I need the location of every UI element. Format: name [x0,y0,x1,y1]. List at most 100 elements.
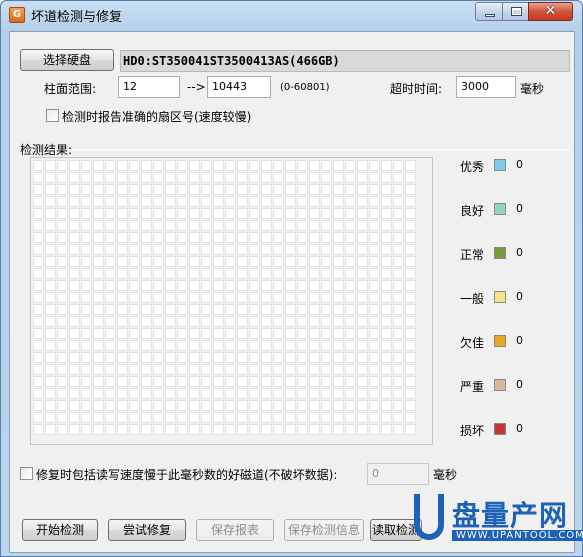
grid-cell [45,376,56,387]
grid-cell [357,256,368,267]
grid-cell [93,304,104,315]
grid-cell [117,280,128,291]
grid-cell [33,376,44,387]
grid-cell [189,196,200,207]
start-scan-button[interactable]: 开始检测 [22,519,98,541]
grid-cell [141,172,152,183]
grid-cell [285,388,296,399]
close-button[interactable]: ✕ [528,2,573,21]
grid-cell [309,292,320,303]
grid-cell [381,244,392,255]
grid-cell [273,352,284,363]
grid-cell [333,172,344,183]
grid-cell [69,388,80,399]
range-arrow: --> [187,80,206,94]
grid-cell [381,400,392,411]
grid-cell [309,208,320,219]
grid-cell [105,232,116,243]
grid-cell [153,400,164,411]
grid-cell [297,388,308,399]
grid-cell [369,160,380,171]
grid-cell [297,352,308,363]
grid-cell [321,316,332,327]
grid-cell [357,280,368,291]
grid-cell [105,400,116,411]
grid-cell [225,304,236,315]
grid-cell [297,196,308,207]
grid-cell [261,328,272,339]
repair-slow-input[interactable]: 0 [367,463,429,485]
range-start-input[interactable]: 12 [118,76,180,98]
grid-cell [129,256,140,267]
select-disk-button[interactable]: 选择硬盘 [20,49,114,71]
grid-cell [261,352,272,363]
grid-cell [177,388,188,399]
grid-cell [345,424,356,435]
grid-cell [321,268,332,279]
save-report-button[interactable]: 保存报表 [196,519,274,541]
grid-cell [177,316,188,327]
grid-cell [237,172,248,183]
grid-cell [201,256,212,267]
grid-cell [369,244,380,255]
grid-cell [117,256,128,267]
grid-cell [165,316,176,327]
timeout-input[interactable]: 3000 [456,76,516,98]
grid-cell [105,244,116,255]
grid-cell [393,412,404,423]
grid-cell [333,412,344,423]
grid-cell [105,388,116,399]
save-scan-info-button[interactable]: 保存检测信息 [284,519,364,541]
grid-cell [309,412,320,423]
maximize-icon [511,7,522,16]
grid-cell [117,184,128,195]
grid-cell [201,352,212,363]
grid-cell [33,220,44,231]
grid-cell [201,316,212,327]
grid-cell [381,328,392,339]
grid-cell [57,160,68,171]
grid-cell [381,160,392,171]
grid-cell [81,388,92,399]
grid-cell [69,280,80,291]
grid-cell [165,292,176,303]
grid-cell [213,292,224,303]
report-sector-checkbox[interactable] [46,109,59,122]
range-end-input[interactable]: 10443 [207,76,271,98]
legend-count: 0 [516,290,523,303]
grid-cell [357,244,368,255]
grid-cell [165,256,176,267]
repair-slow-checkbox[interactable] [20,467,33,480]
grid-cell [297,220,308,231]
grid-cell [189,340,200,351]
title-bar[interactable]: G 坏道检测与修复 ✕ [1,1,582,29]
grid-cell [297,424,308,435]
grid-cell [213,328,224,339]
grid-cell [249,400,260,411]
grid-cell [201,196,212,207]
grid-cell [189,268,200,279]
grid-cell [249,232,260,243]
grid-cell [189,220,200,231]
grid-cell [393,340,404,351]
grid-cell [369,292,380,303]
grid-cell [93,424,104,435]
grid-cell [321,400,332,411]
grid-cell [189,352,200,363]
grid-cell [345,304,356,315]
grid-cell [273,400,284,411]
grid-cell [297,316,308,327]
grid-cell [45,208,56,219]
grid-cell [81,268,92,279]
grid-cell [57,268,68,279]
maximize-button[interactable] [502,2,529,21]
grid-cell [381,184,392,195]
grid-cell [321,280,332,291]
grid-cell [33,316,44,327]
try-repair-button[interactable]: 尝试修复 [108,519,186,541]
grid-cell [237,256,248,267]
grid-cell [117,232,128,243]
grid-cell [369,340,380,351]
grid-cell [33,256,44,267]
minimize-button[interactable] [475,2,503,21]
